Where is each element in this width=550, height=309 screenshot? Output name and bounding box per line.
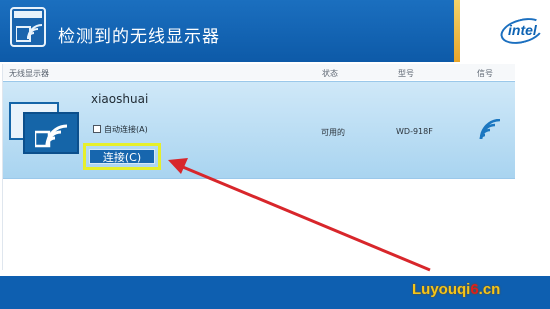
auto-connect-checkbox[interactable]: 自动连接(A)	[93, 124, 148, 135]
watermark-prefix: Luyouqi	[412, 281, 471, 298]
intel-logo: intel	[497, 13, 547, 49]
watermark-six: 6	[470, 281, 479, 298]
wifi-signal-icon	[477, 118, 501, 145]
display-list-panel: 无线显示器 状态 型号 信号 xiaoshuai 自动连接(A) 连接(C) 可…	[2, 64, 515, 270]
column-signal: 信号	[477, 69, 493, 78]
column-status: 状态	[322, 69, 338, 78]
header-bar: 检测到的无线显示器 intel	[0, 0, 550, 62]
connect-highlight: 连接(C)	[83, 143, 161, 170]
page-title: 检测到的无线显示器	[58, 27, 220, 47]
intel-wordmark: intel	[508, 22, 537, 38]
device-model: WD-918F	[396, 127, 433, 136]
display-row[interactable]: xiaoshuai 自动连接(A) 连接(C) 可用的 WD-918F	[3, 81, 515, 179]
column-model: 型号	[398, 69, 414, 78]
site-watermark: Luyouqi6.cn	[412, 281, 500, 298]
column-display: 无线显示器	[9, 69, 49, 78]
checkbox-box[interactable]	[93, 125, 101, 133]
header-accent	[454, 0, 460, 62]
watermark-suffix: .cn	[478, 281, 501, 298]
connect-button[interactable]: 连接(C)	[89, 149, 155, 164]
wireless-display-icon	[9, 102, 79, 154]
device-status: 可用的	[321, 128, 345, 137]
auto-connect-label: 自动连接(A)	[104, 125, 148, 134]
column-headers: 无线显示器 状态 型号 信号	[3, 64, 515, 80]
device-name: xiaoshuai	[91, 92, 149, 106]
widi-logo-icon	[10, 7, 46, 47]
